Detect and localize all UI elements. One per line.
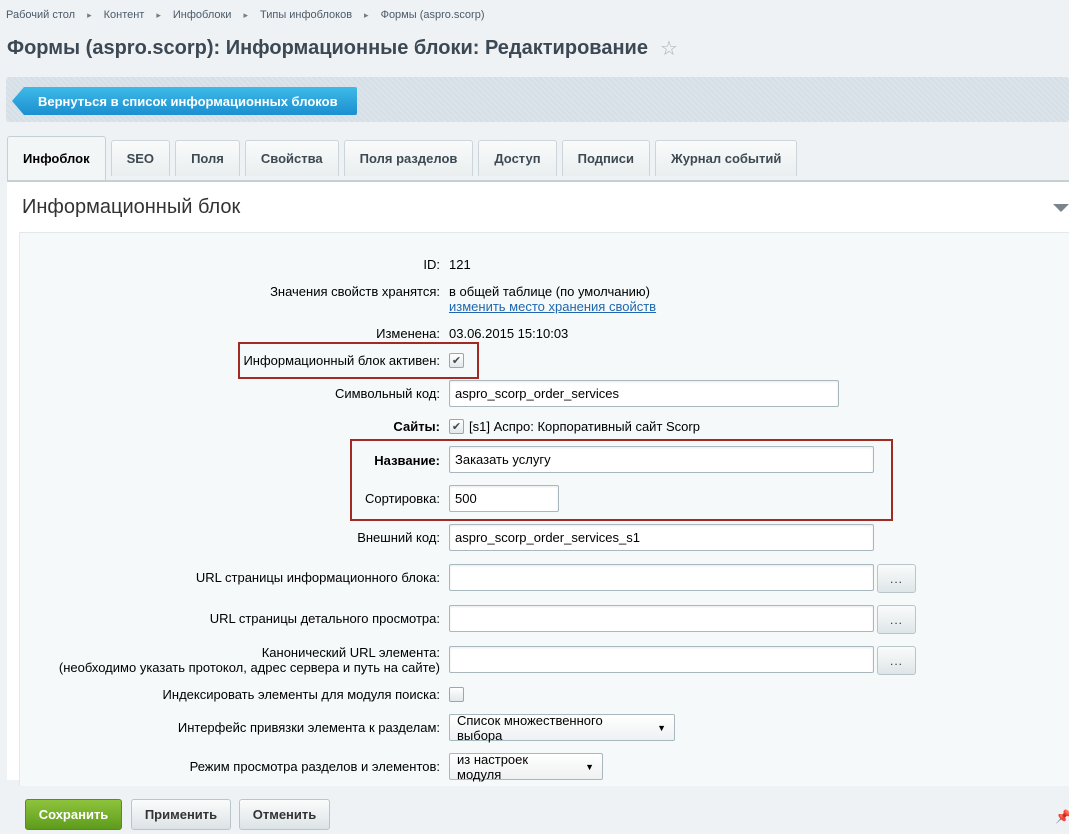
tab-properties[interactable]: Свойства <box>244 140 339 176</box>
detail-url-label: URL страницы детального просмотра: <box>209 611 440 626</box>
index-search-label: Индексировать элементы для модуля поиска… <box>162 687 440 702</box>
breadcrumb-item-desktop[interactable]: Рабочий стол <box>6 9 75 21</box>
canonical-url-browse-button[interactable]: ... <box>877 646 916 675</box>
section-binding-label: Интерфейс привязки элемента к разделам: <box>177 720 440 735</box>
tab-captions[interactable]: Подписи <box>561 140 651 176</box>
index-search-checkbox[interactable] <box>449 687 464 702</box>
breadcrumb-separator-icon: ▸ <box>243 9 248 20</box>
list-url-browse-button[interactable]: ... <box>877 564 916 593</box>
tab-bar: Инфоблок SEO Поля Свойства Поля разделов… <box>7 136 802 180</box>
highlight-active-box <box>238 342 479 379</box>
modified-value: 03.06.2015 15:10:03 <box>449 326 569 341</box>
check-icon: ✔ <box>451 421 462 433</box>
canonical-url-note: (необходимо указать протокол, адрес серв… <box>58 660 440 675</box>
breadcrumb-item-content[interactable]: Контент <box>104 9 145 21</box>
page-title-text: Формы (aspro.scorp): Информационные блок… <box>7 37 648 59</box>
save-button[interactable]: Сохранить <box>25 799 122 830</box>
tab-section-fields[interactable]: Поля разделов <box>343 140 474 176</box>
external-code-input[interactable]: aspro_scorp_order_services_s1 <box>449 524 874 551</box>
view-mode-label: Режим просмотра разделов и элементов: <box>189 759 440 774</box>
modified-label: Изменена: <box>376 326 440 341</box>
page-title: Формы (aspro.scorp): Информационные блок… <box>7 36 678 61</box>
code-label: Символьный код: <box>334 386 440 401</box>
breadcrumb: Рабочий стол ▸ Контент ▸ Инфоблоки ▸ Тип… <box>6 7 485 23</box>
breadcrumb-separator-icon: ▸ <box>87 9 92 20</box>
sites-label: Сайты: <box>393 419 440 434</box>
breadcrumb-item-iblock-types[interactable]: Типы инфоблоков <box>260 9 352 21</box>
tab-access[interactable]: Доступ <box>478 140 557 176</box>
tab-fields[interactable]: Поля <box>175 140 240 176</box>
canonical-url-input[interactable] <box>449 646 874 673</box>
list-url-label: URL страницы информационного блока: <box>195 570 440 585</box>
view-mode-select[interactable]: из настроек модуля ▼ <box>449 751 603 782</box>
tab-seo[interactable]: SEO <box>110 140 171 176</box>
breadcrumb-separator-icon: ▸ <box>156 9 161 20</box>
section-binding-select[interactable]: Список множественного выбора ▼ <box>449 712 675 743</box>
external-code-label: Внешний код: <box>357 530 440 545</box>
breadcrumb-separator-icon: ▸ <box>364 9 369 20</box>
list-url-input[interactable] <box>449 564 874 591</box>
site-s1-label: [s1] Аспро: Корпоративный сайт Scorp <box>469 419 700 434</box>
breadcrumb-item-forms[interactable]: Формы (aspro.scorp) <box>381 9 485 21</box>
section-title: Информационный блок <box>22 196 241 218</box>
tab-iblock[interactable]: Инфоблок <box>7 136 106 180</box>
storage-value: в общей таблице (по умолчанию) <box>449 284 651 299</box>
change-storage-link[interactable]: изменить место хранения свойств <box>449 299 656 314</box>
id-label: ID: <box>423 257 440 272</box>
pin-icon[interactable]: 📌 <box>1055 809 1069 825</box>
site-s1-checkbox[interactable]: ✔ <box>449 419 464 434</box>
back-to-list-button[interactable]: Вернуться в список информационных блоков <box>12 87 357 115</box>
view-mode-value: из настроек модуля <box>457 751 529 782</box>
apply-button[interactable]: Применить <box>131 799 231 830</box>
detail-url-browse-button[interactable]: ... <box>877 605 916 634</box>
cancel-button[interactable]: Отменить <box>239 799 330 830</box>
id-value: 121 <box>449 257 471 272</box>
canonical-url-label: Канонический URL элемента: <box>261 645 440 660</box>
chevron-down-icon: ▼ <box>585 761 594 772</box>
highlight-name-sort-box <box>350 439 893 521</box>
breadcrumb-item-iblocks[interactable]: Инфоблоки <box>173 9 232 21</box>
chevron-down-icon: ▼ <box>657 722 666 733</box>
tab-event-log[interactable]: Журнал событий <box>655 140 798 176</box>
section-binding-value: Список множественного выбора <box>457 712 603 743</box>
star-icon[interactable]: ☆ <box>660 36 678 61</box>
detail-url-input[interactable] <box>449 605 874 632</box>
code-input[interactable]: aspro_scorp_order_services <box>449 380 839 407</box>
collapse-arrow-icon[interactable] <box>1053 204 1069 212</box>
storage-label: Значения свойств хранятся: <box>270 284 440 299</box>
